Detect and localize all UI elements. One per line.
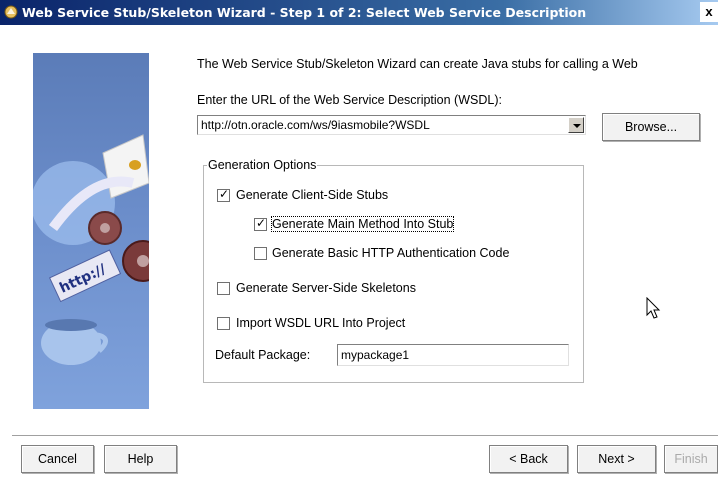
browse-button[interactable]: Browse... <box>602 113 700 141</box>
server-skeletons-checkbox[interactable] <box>217 282 230 295</box>
generation-options-title: Generation Options <box>207 158 318 172</box>
default-package-value[interactable]: mypackage1 <box>341 348 409 362</box>
import-wsdl-label[interactable]: Import WSDL URL Into Project <box>236 316 405 330</box>
main-method-label[interactable]: Generate Main Method Into Stub <box>270 216 455 232</box>
wsdl-url-combobox[interactable]: http://otn.oracle.com/ws/9iasmobile?WSDL <box>197 115 586 135</box>
mouse-cursor-icon <box>646 297 661 319</box>
wizard-banner-image: http:// <box>33 53 149 409</box>
wsdl-url-label: Enter the URL of the Web Service Descrip… <box>197 93 502 107</box>
dropdown-arrow-icon[interactable] <box>568 117 584 133</box>
checkmark-icon: ✓ <box>256 216 267 230</box>
server-skeletons-label[interactable]: Generate Server-Side Skeletons <box>236 281 416 295</box>
next-button[interactable]: Next > <box>577 445 656 473</box>
window-title: Web Service Stub/Skeleton Wizard - Step … <box>22 5 587 20</box>
import-wsdl-checkbox[interactable] <box>217 317 230 330</box>
wizard-app-icon <box>4 5 18 19</box>
intro-text: The Web Service Stub/Skeleton Wizard can… <box>197 57 638 71</box>
main-method-checkbox[interactable]: ✓ <box>254 216 267 231</box>
client-stubs-label[interactable]: Generate Client-Side Stubs <box>236 188 388 202</box>
wsdl-url-value[interactable]: http://otn.oracle.com/ws/9iasmobile?WSDL <box>201 118 430 132</box>
title-bar: Web Service Stub/Skeleton Wizard - Step … <box>0 0 718 25</box>
finish-button[interactable]: Finish <box>664 445 718 473</box>
basic-auth-checkbox[interactable] <box>254 247 267 260</box>
help-button[interactable]: Help <box>104 445 177 473</box>
default-package-label: Default Package: <box>215 348 311 362</box>
wizard-client-area: http:// The Web Service Stub/Skeleton Wi… <box>0 25 718 485</box>
wizard-footer: Cancel Help < Back Next > Finish <box>0 437 718 485</box>
default-package-input[interactable]: mypackage1 <box>337 344 569 366</box>
close-icon[interactable]: x <box>700 2 718 22</box>
back-button[interactable]: < Back <box>489 445 568 473</box>
basic-auth-label[interactable]: Generate Basic HTTP Authentication Code <box>272 246 509 260</box>
cancel-button[interactable]: Cancel <box>21 445 94 473</box>
checkmark-icon: ✓ <box>219 187 230 201</box>
client-stubs-checkbox[interactable]: ✓ <box>217 187 230 202</box>
